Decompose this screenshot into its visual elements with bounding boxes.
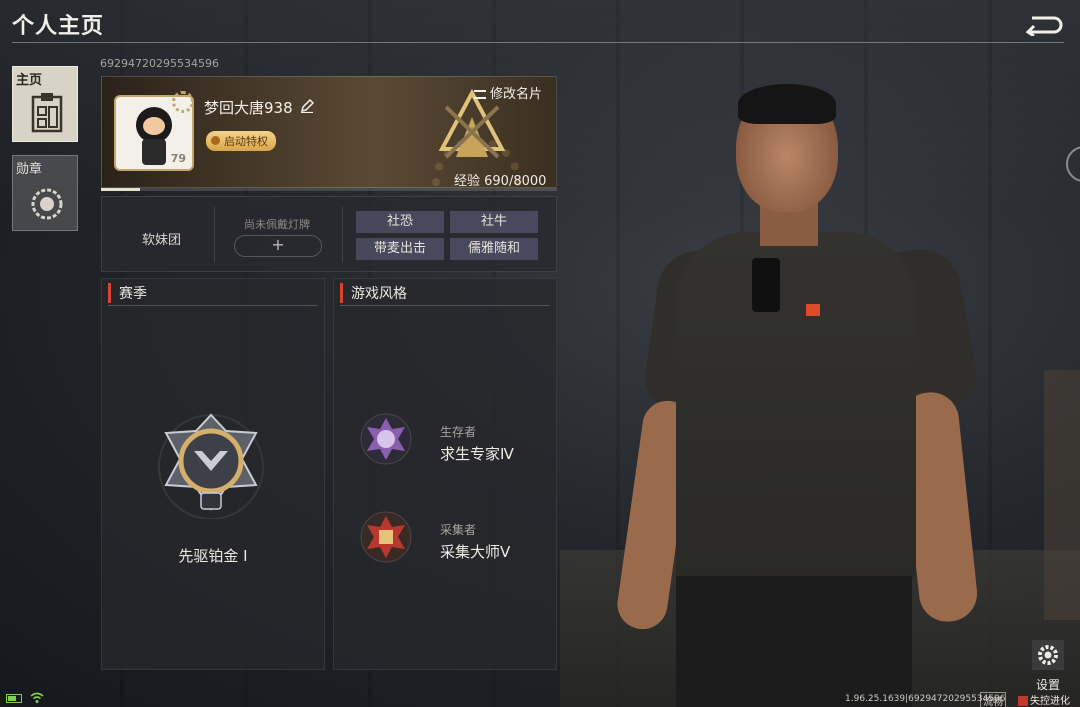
battery-icon bbox=[6, 694, 22, 703]
gatherer-badge-icon[interactable] bbox=[360, 511, 412, 563]
survivor-badge-icon[interactable] bbox=[360, 413, 412, 465]
game-style-title: 游戏风格 bbox=[340, 283, 407, 303]
tag-chip[interactable]: 社牛 bbox=[450, 211, 538, 233]
brand-logo: 失控进化 bbox=[1018, 692, 1070, 707]
lamp-label: 尚未佩戴灯牌 bbox=[244, 218, 310, 231]
settings-label[interactable]: 设置 bbox=[1036, 676, 1060, 693]
tag-chip[interactable]: 带麦出击 bbox=[356, 238, 444, 260]
back-icon[interactable] bbox=[1022, 14, 1064, 36]
divider bbox=[214, 207, 215, 263]
avatar-face bbox=[136, 107, 172, 143]
avatar-level: 79 bbox=[170, 152, 186, 165]
style-role: 生存者 bbox=[440, 425, 477, 439]
style-name: 求生专家Ⅳ bbox=[440, 445, 514, 463]
divider bbox=[342, 207, 343, 263]
character-hair bbox=[738, 84, 836, 124]
privilege-button[interactable]: 启动特权 bbox=[206, 131, 276, 151]
exp-text: 经验 690/8000 bbox=[454, 174, 547, 188]
pencil-icon[interactable] bbox=[300, 99, 314, 113]
wifi-icon bbox=[30, 692, 44, 703]
tags-panel: 软妹团 尚未佩戴灯牌 + 社恐 社牛 带麦出击 儒雅随和 bbox=[101, 196, 557, 272]
profile-card: 79 梦回大唐938 启动特权 修改名片 经验 690/8000 bbox=[101, 76, 557, 188]
page-title: 个人主页 bbox=[12, 14, 105, 39]
header-divider bbox=[12, 42, 1064, 43]
character-torso[interactable] bbox=[676, 232, 916, 582]
game-style-panel: 游戏风格 生存者 求生专家Ⅳ 采集者 采集大师Ⅴ bbox=[333, 278, 557, 670]
style-name: 采集大师Ⅴ bbox=[440, 543, 511, 561]
character-camera bbox=[752, 258, 780, 312]
exp-progress-bar bbox=[101, 188, 557, 191]
shirt-logo bbox=[806, 304, 820, 316]
edit-card-label: 修改名片 bbox=[490, 87, 543, 102]
tab-home-label: 主页 bbox=[16, 73, 43, 88]
gear-icon[interactable] bbox=[1032, 640, 1064, 670]
user-id[interactable]: 69294720295534596 bbox=[100, 57, 219, 70]
swap-icon bbox=[474, 90, 486, 99]
tab-medals[interactable]: 勋章 bbox=[12, 155, 78, 231]
platinum-rank-icon[interactable] bbox=[156, 409, 266, 519]
season-title: 赛季 bbox=[108, 283, 147, 303]
gear-badge-icon bbox=[172, 91, 194, 113]
graphics-fluency[interactable]: 流畅 bbox=[980, 692, 1006, 707]
style-role: 采集者 bbox=[440, 523, 477, 537]
nickname: 梦回大唐938 bbox=[204, 99, 293, 117]
edit-card-button[interactable]: 修改名片 bbox=[474, 83, 542, 102]
tag-chip[interactable]: 儒雅随和 bbox=[450, 238, 538, 260]
tab-medals-label: 勋章 bbox=[16, 162, 43, 177]
medal-icon bbox=[31, 188, 63, 220]
season-panel: 赛季 先驱铂金 Ⅰ bbox=[101, 278, 325, 670]
tab-home[interactable]: 主页 bbox=[12, 66, 78, 142]
season-rank-name: 先驱铂金 Ⅰ bbox=[178, 547, 248, 565]
avatar-body bbox=[142, 139, 166, 165]
add-lamp-button[interactable]: + bbox=[234, 235, 322, 257]
character-pants bbox=[676, 576, 912, 707]
tag-chip[interactable]: 社恐 bbox=[356, 211, 444, 233]
exp-progress-fill bbox=[101, 188, 141, 191]
panel-divider bbox=[340, 305, 550, 306]
background-crate bbox=[1044, 370, 1080, 620]
panel-divider bbox=[108, 305, 318, 306]
team-name[interactable]: 软妹团 bbox=[142, 229, 181, 248]
profile-card-icon bbox=[31, 93, 63, 133]
